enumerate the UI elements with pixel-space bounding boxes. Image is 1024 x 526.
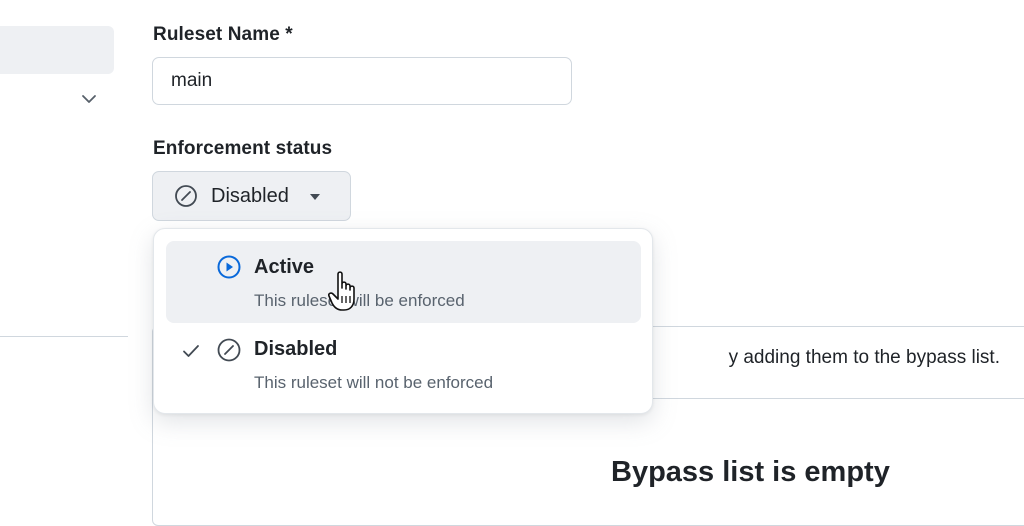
- close-icon[interactable]: [80, 0, 100, 4]
- ruleset-name-input[interactable]: [152, 57, 572, 105]
- enforcement-status-value: Disabled: [211, 184, 289, 207]
- menu-item-title: Disabled: [254, 338, 338, 360]
- play-circle-icon: [216, 254, 241, 279]
- chevron-down-icon[interactable]: [80, 90, 98, 108]
- slash-circle-icon: [216, 337, 241, 362]
- enforcement-status-label: Enforcement status: [153, 138, 333, 159]
- enforcement-status-menu: Active This ruleset will be enforced Dis…: [153, 228, 653, 414]
- check-icon: [182, 342, 200, 360]
- ruleset-name-label: Ruleset Name *: [153, 24, 293, 45]
- sidebar-item-selected[interactable]: [0, 26, 114, 74]
- caret-down-icon: [309, 193, 321, 201]
- menu-item-disabled[interactable]: Disabled This ruleset will not be enforc…: [166, 323, 641, 405]
- slash-circle-icon: [173, 183, 199, 209]
- enforcement-status-button[interactable]: Disabled: [152, 171, 351, 221]
- menu-item-active[interactable]: Active This ruleset will be enforced: [166, 241, 641, 323]
- bypass-empty-title: Bypass list is empty: [611, 456, 890, 488]
- divider: [0, 336, 128, 337]
- menu-item-description: This ruleset will not be enforced: [254, 373, 494, 392]
- hand-cursor-icon: [328, 270, 362, 314]
- menu-item-title: Active: [254, 256, 315, 278]
